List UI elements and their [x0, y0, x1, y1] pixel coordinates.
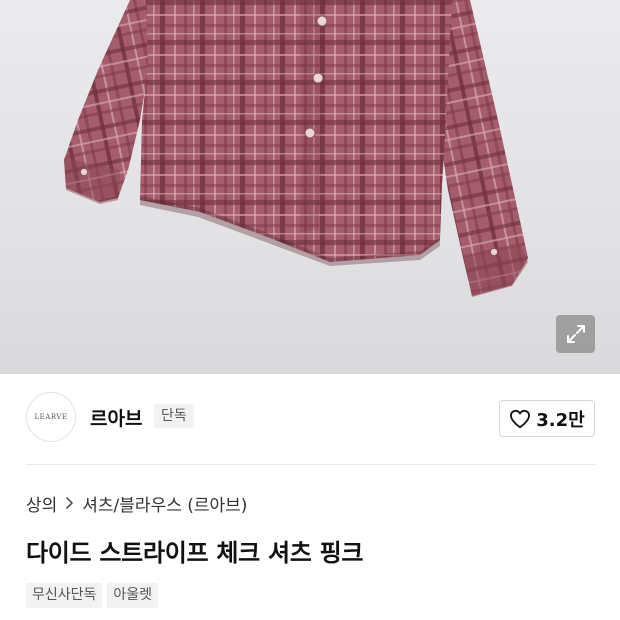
breadcrumb: 상의 셔츠/블라우스 (르아브) — [26, 490, 247, 516]
product-image[interactable] — [0, 0, 620, 374]
tag-musinsa-exclusive: 무신사단독 — [26, 583, 103, 608]
brand-logo[interactable]: LEARVE — [26, 392, 76, 442]
brand-logo-text: LEARVE — [34, 413, 68, 421]
like-count: 3.2만 — [536, 409, 585, 431]
brand-name[interactable]: 르아브 — [90, 404, 142, 431]
divider — [26, 464, 595, 465]
like-button[interactable]: 3.2만 — [499, 400, 595, 437]
plaid-shirt-photo — [64, 0, 528, 297]
product-title: 다이드 스트라이프 체크 셔츠 핑크 — [26, 539, 364, 567]
exclusive-badge: 단독 — [154, 404, 194, 428]
expand-arrows-icon — [566, 325, 585, 343]
heart-outline-icon — [510, 409, 531, 428]
product-tags: 무신사단독 아울렛 — [26, 583, 159, 608]
expand-image-button[interactable] — [556, 315, 595, 353]
breadcrumb-subcategory[interactable]: 셔츠/블라우스 (르아브) — [82, 491, 247, 516]
tag-outlet: 아울렛 — [107, 583, 159, 608]
chevron-right-icon — [65, 496, 74, 510]
breadcrumb-category[interactable]: 상의 — [26, 491, 57, 516]
brand-row: LEARVE 르아브 단독 3.2만 — [0, 392, 620, 444]
